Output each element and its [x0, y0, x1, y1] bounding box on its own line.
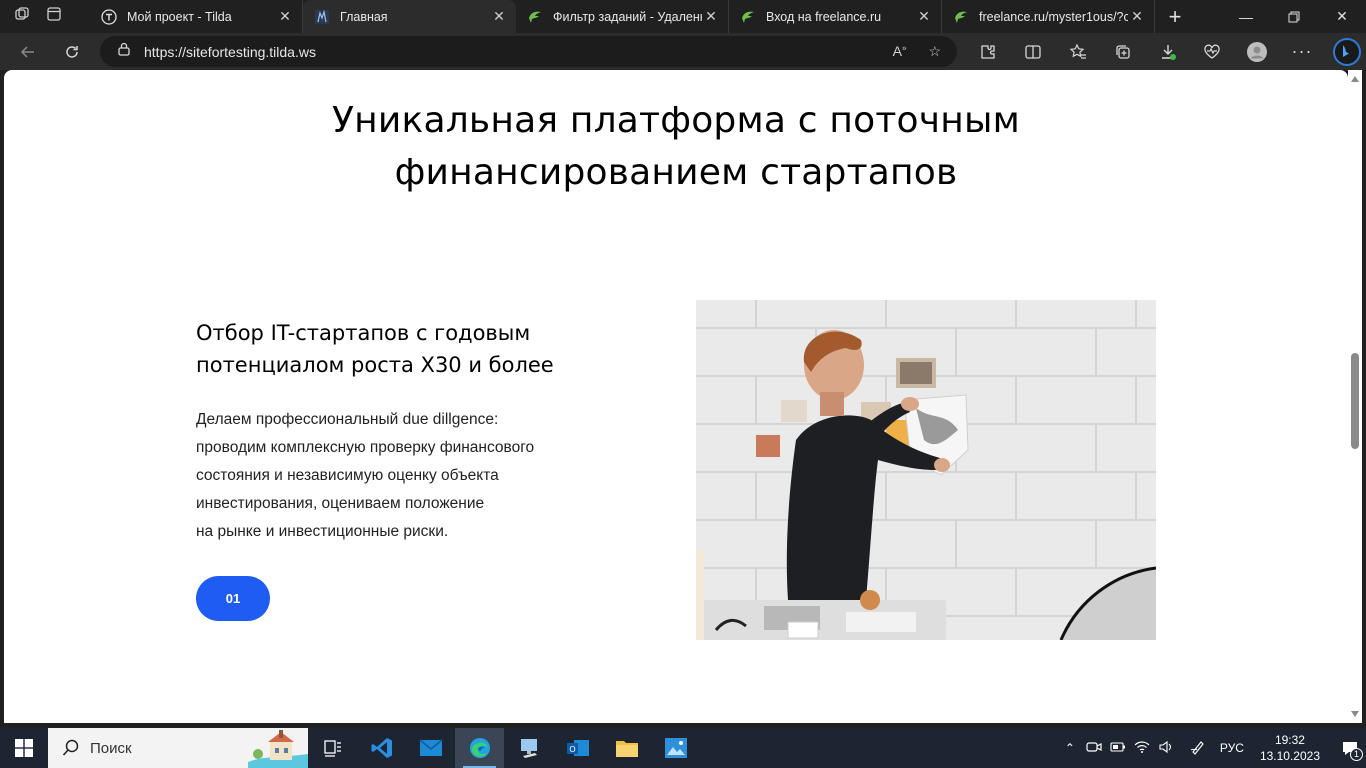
window-controls: — ✕ — [1222, 0, 1366, 33]
task-view-icon[interactable] — [308, 728, 357, 768]
scroll-down-icon[interactable] — [1351, 711, 1359, 717]
system-tray: ⌃ РУС 19:32 13.10.2023 1 — [1058, 728, 1366, 768]
downloads-icon[interactable] — [1145, 33, 1190, 70]
page-viewport: Уникальная платформа с поточным финансир… — [4, 70, 1348, 723]
url-text[interactable]: https://sitefortesting.tilda.ws — [144, 44, 316, 60]
scrollbar-thumb[interactable] — [1351, 353, 1359, 449]
page-scrollbar[interactable] — [1348, 70, 1362, 723]
favorite-star-icon[interactable]: ☆ — [928, 43, 941, 60]
clock-time: 19:32 — [1274, 733, 1305, 747]
remote-desktop-icon[interactable] — [504, 728, 553, 768]
close-window-icon[interactable]: ✕ — [1318, 0, 1366, 33]
start-button[interactable] — [0, 728, 48, 768]
workspaces-icon[interactable] — [14, 6, 30, 27]
freelance-favicon-icon — [526, 8, 544, 26]
description-line: Делаем профессиональный due dillgence: — [196, 411, 499, 428]
browser-essentials-icon[interactable] — [1190, 33, 1235, 70]
search-highlight-illustration-icon — [248, 730, 308, 768]
meet-now-icon[interactable] — [1082, 740, 1106, 757]
startup-photo — [696, 300, 1156, 640]
refresh-button[interactable] — [52, 33, 92, 70]
outlook-icon[interactable]: O — [553, 728, 602, 768]
close-tab-icon[interactable]: ✕ — [276, 8, 294, 25]
notification-center-icon[interactable]: 1 — [1334, 728, 1366, 768]
lock-icon[interactable] — [118, 42, 130, 61]
profile-avatar-icon[interactable] — [1235, 33, 1280, 70]
favorites-icon[interactable] — [1056, 33, 1101, 70]
heading-line-2: финансированием стартапов — [394, 152, 958, 193]
new-tab-button[interactable]: + — [1155, 0, 1195, 33]
description-line: на рынке и инвестиционные риски. — [196, 523, 449, 540]
extensions-icon[interactable] — [966, 33, 1011, 70]
close-tab-icon[interactable]: ✕ — [915, 8, 933, 25]
volume-icon[interactable] — [1154, 740, 1178, 757]
tab-title: Главная — [340, 9, 388, 24]
window-edge — [1362, 70, 1366, 723]
description-line: проводим комплексную проверку финансовог… — [196, 439, 535, 456]
description-line: инвестирования, оцениваем положение — [196, 495, 485, 512]
address-bar[interactable]: https://sitefortesting.tilda.ws A» ☆ — [100, 36, 957, 67]
settings-more-icon[interactable]: ··· — [1280, 33, 1325, 70]
block-description: Делаем профессиональный due dillgence: п… — [196, 406, 596, 546]
svg-text:O: O — [569, 745, 575, 754]
search-icon — [62, 739, 79, 756]
vscode-icon[interactable] — [357, 728, 406, 768]
back-button[interactable] — [8, 33, 48, 70]
restore-icon[interactable] — [1270, 0, 1318, 33]
close-tab-icon[interactable]: ✕ — [1128, 8, 1146, 25]
minimize-icon[interactable]: — — [1222, 0, 1270, 33]
clock-date: 13.10.2023 — [1259, 749, 1320, 763]
taskbar-search[interactable]: Поиск — [48, 728, 308, 768]
system-clock[interactable]: 19:32 13.10.2023 — [1260, 732, 1320, 764]
file-explorer-icon[interactable] — [602, 728, 651, 768]
block-title-line-2: потенциалом роста Х30 и более — [196, 353, 554, 377]
tab-title: Фильтр заданий - Удаленн — [553, 9, 702, 24]
description-line: состояния и независимую оценку объекта — [196, 467, 499, 484]
tab-actions — [0, 0, 90, 33]
tab-task-filter[interactable]: Фильтр заданий - Удаленн ✕ — [516, 0, 729, 33]
show-hidden-icons-icon[interactable]: ⌃ — [1058, 741, 1082, 755]
tilda-favicon-icon — [100, 8, 118, 26]
notification-count-badge: 1 — [1350, 748, 1363, 761]
tab-tilda-project[interactable]: Мой проект - Tilda ✕ — [90, 0, 303, 33]
collections-icon[interactable] — [1100, 33, 1145, 70]
search-label: Поиск — [90, 739, 132, 757]
heading-line-1: Уникальная платформа с поточным — [332, 100, 1020, 141]
windows-taskbar: Поиск O ⌃ РУС 19:32 13.10.2023 1 — [0, 728, 1366, 768]
close-tab-icon[interactable]: ✕ — [702, 8, 720, 25]
url-icons: A» ☆ — [893, 43, 957, 60]
edge-browser-icon[interactable] — [455, 728, 504, 768]
tab-title: Вход на freelance.ru — [766, 9, 882, 24]
toolbar-right: ··· — [966, 33, 1366, 70]
scroll-up-icon[interactable] — [1351, 76, 1359, 82]
block-title: Отбор IT-стартапов с годовым потенциалом… — [196, 317, 616, 381]
freelance-favicon-icon — [952, 8, 970, 26]
browser-toolbar: https://sitefortesting.tilda.ws A» ☆ ··· — [0, 33, 1366, 70]
freelance-favicon-icon — [739, 8, 757, 26]
block-title-line-1: Отбор IT-стартапов с годовым — [196, 321, 531, 345]
input-language[interactable]: РУС — [1220, 741, 1244, 755]
step-number-button[interactable]: 01 — [196, 576, 270, 621]
battery-icon[interactable] — [1106, 741, 1130, 756]
site-favicon-icon — [313, 8, 331, 26]
tab-title: freelance.ru/myster1ous/?cr — [979, 9, 1128, 24]
split-screen-icon[interactable] — [1011, 33, 1056, 70]
tab-title: Мой проект - Tilda — [127, 9, 232, 24]
tab-strip: Мой проект - Tilda ✕ Главная ✕ Фильтр за… — [0, 0, 1366, 33]
mail-icon[interactable] — [406, 728, 455, 768]
tab-freelance-profile[interactable]: freelance.ru/myster1ous/?cr ✕ — [942, 0, 1155, 33]
close-tab-icon[interactable]: ✕ — [490, 8, 508, 25]
tab-freelance-login[interactable]: Вход на freelance.ru ✕ — [729, 0, 942, 33]
page-heading: Уникальная платформа с поточным финансир… — [4, 95, 1348, 199]
pen-workspace-icon[interactable] — [1186, 739, 1210, 758]
photos-icon[interactable] — [651, 728, 700, 768]
wifi-icon[interactable] — [1130, 740, 1154, 757]
bing-copilot-icon[interactable] — [1324, 33, 1366, 70]
tab-main-page[interactable]: Главная ✕ — [303, 0, 516, 33]
read-aloud-icon[interactable]: A» — [893, 43, 907, 60]
tab-actions-menu-icon[interactable] — [46, 6, 62, 27]
